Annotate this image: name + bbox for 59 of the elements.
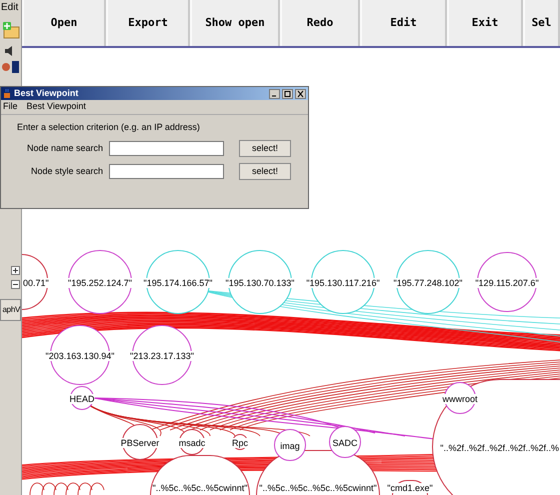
search-field[interactable] — [109, 164, 224, 179]
collapse-icon[interactable] — [11, 280, 20, 289]
close-icon[interactable] — [295, 88, 306, 98]
node-label: "203.163.130.94" — [46, 351, 114, 361]
node-label: HEAD — [70, 394, 94, 404]
search-field[interactable] — [109, 141, 224, 156]
minimize-icon[interactable] — [269, 88, 280, 98]
node-label: imag — [280, 441, 300, 451]
node-label: "195.174.166.57" — [144, 278, 212, 288]
node-label: "213.23.17.133" — [130, 351, 194, 361]
panel-tab[interactable]: aphV — [0, 299, 21, 321]
graph-node[interactable]: "195.130.70.133" — [228, 250, 292, 314]
node-label: "..%2f..%2f..%2f..%2f..%2f..% — [440, 443, 559, 453]
folder-add-icon[interactable] — [2, 21, 20, 39]
instruction-text: Enter a selection criterion (e.g. an IP address) — [17, 121, 201, 134]
graph-node[interactable]: "213.23.17.133" — [132, 325, 192, 385]
menu-item[interactable]: Best Viewpoint — [26, 100, 86, 114]
node-label: "195.77.248.102" — [394, 278, 462, 288]
window-title: Best Viewpoint — [14, 86, 78, 100]
graph-node[interactable]: HEAD — [70, 386, 94, 410]
node-label: "195.130.70.133" — [226, 278, 294, 288]
expand-icon[interactable] — [11, 266, 20, 275]
graph-node[interactable]: msadc — [179, 429, 205, 455]
node-label: "129.115.207.6" — [475, 278, 539, 288]
graph-node[interactable]: 00.71" — [22, 254, 48, 310]
graph-node[interactable]: "..%5c..%5c..%5cwinnt" — [150, 455, 250, 495]
node-label: SADC — [332, 438, 358, 448]
toolbar-button[interactable]: Export — [106, 0, 190, 46]
graph-node[interactable]: Rpc — [232, 434, 248, 450]
node-label: wwwroot — [442, 394, 478, 404]
node-label: "195.130.117.216" — [306, 278, 380, 288]
graph-node[interactable]: imag — [274, 429, 306, 461]
graph-node[interactable]: "195.252.124.7" — [68, 250, 132, 314]
graph-node[interactable]: "195.174.166.57" — [146, 250, 210, 314]
toolbar-button[interactable]: Exit — [447, 0, 523, 46]
field-label: Node name search — [26, 142, 104, 155]
node-label: "195.252.124.7" — [68, 278, 132, 288]
maximize-icon[interactable] — [282, 88, 293, 98]
toolbar-button[interactable]: Redo — [280, 0, 360, 46]
node-label: msadc — [178, 438, 206, 448]
toolbar-button[interactable]: Show open — [190, 0, 280, 46]
graph-node[interactable]: "195.77.248.102" — [396, 250, 460, 314]
node-label: "cmd1.exe" — [387, 483, 433, 493]
graph-node[interactable]: "129.115.207.6" — [477, 252, 537, 312]
node-label: Rpc — [232, 438, 248, 448]
graph-node[interactable]: SADC — [329, 426, 361, 458]
toolbar-button[interactable]: Sel — [523, 0, 560, 46]
menu-label[interactable]: Edit — [0, 1, 18, 15]
menu-item[interactable]: File — [3, 100, 18, 114]
select-button[interactable]: select! — [239, 140, 291, 157]
toolbar-button[interactable]: Open — [22, 0, 106, 46]
field-label: Node style search — [30, 164, 104, 178]
select-button[interactable]: select! — [239, 163, 291, 180]
node-label: "..%5c..%5c..%5c..%5cwinnt" — [259, 483, 377, 493]
toolbar-button[interactable]: Edit — [360, 0, 447, 46]
node-label: 00.71" — [23, 278, 49, 288]
graph-node[interactable]: PBServer — [122, 424, 158, 460]
node-label: PBServer — [120, 438, 160, 448]
node-label: "..%5c..%5c..%5cwinnt" — [152, 483, 248, 493]
